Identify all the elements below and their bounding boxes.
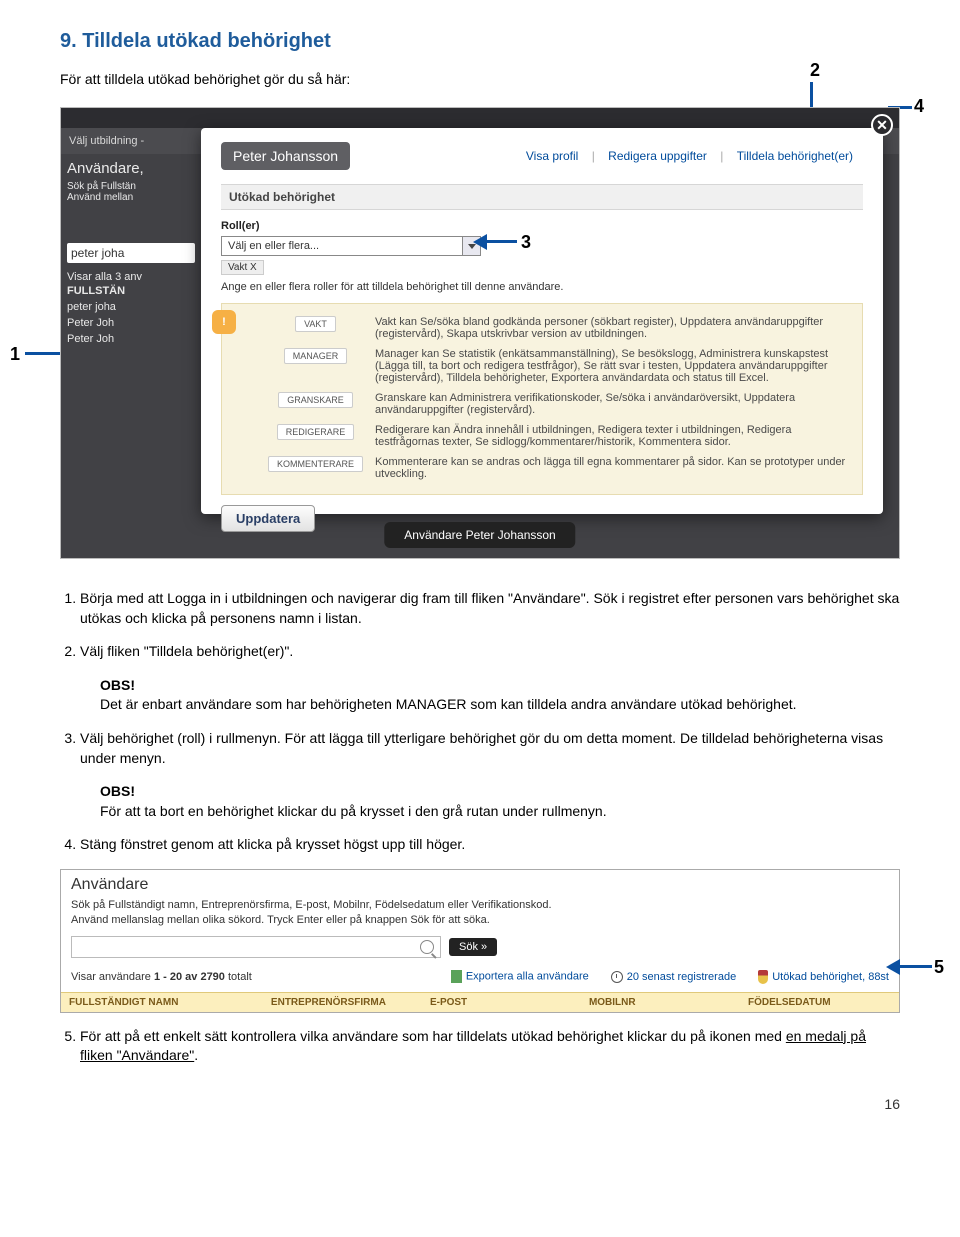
- nav-dropdown[interactable]: Välj utbildning -: [69, 135, 144, 147]
- results-count: Visar användare 1 - 20 av 2790 totalt: [71, 971, 429, 983]
- recent-link[interactable]: 20 senast registrerade: [611, 971, 736, 983]
- tab-tilldela-behorighet[interactable]: Tilldela behörighet(er): [727, 149, 863, 163]
- side-row-1[interactable]: peter joha: [67, 299, 195, 315]
- role-label-manager: MANAGER: [284, 348, 348, 364]
- arrow-5-head: [886, 959, 900, 975]
- separator: |: [720, 149, 723, 163]
- step-1: Börja med att Logga in i utbildningen oc…: [80, 589, 900, 628]
- obs-block-1: OBS! Det är enbart användare som har beh…: [100, 676, 900, 715]
- modal-subheading: Utökad behörighet: [221, 184, 863, 210]
- role-desc-manager: Manager kan Se statistik (enkätsammanstä…: [369, 344, 852, 388]
- side-row-2[interactable]: Peter Joh: [67, 315, 195, 331]
- side-hint-2: Använd mellan: [67, 192, 195, 203]
- tab-redigera-uppgifter[interactable]: Redigera uppgifter: [598, 149, 717, 163]
- step-4: Stäng fönstret genom att klicka på kryss…: [80, 835, 900, 855]
- side-title: Användare,: [67, 160, 195, 177]
- permissions-modal: Peter Johansson Visa profil | Redigera u…: [201, 128, 883, 514]
- obs-block-2: OBS! För att ta bort en behörighet klick…: [100, 782, 900, 821]
- step-3: Välj behörighet (roll) i rullmenyn. För …: [80, 729, 900, 768]
- separator: |: [592, 149, 595, 163]
- step-2: Välj fliken "Tilldela behörighet(er)".: [80, 642, 900, 662]
- callout-5: 5: [934, 957, 944, 978]
- obs-title-1: OBS!: [100, 676, 900, 696]
- col-fullname[interactable]: FULLSTÄNDIGT NAMN: [61, 992, 263, 1012]
- side-search-field[interactable]: peter joha: [67, 243, 195, 263]
- medal-link[interactable]: Utökad behörighet, 88st: [758, 970, 889, 984]
- intro-text: För att tilldela utökad behörighet gör d…: [60, 71, 900, 87]
- arrow-3-line: [485, 240, 517, 243]
- callout-1: 1: [10, 344, 20, 365]
- background-sidebar: Användare, Sök på Fullstän Använd mellan…: [61, 154, 201, 353]
- role-desc-redigerare: Redigerare kan Ändra innehåll i utbildni…: [369, 420, 852, 452]
- role-label-granskare: GRANSKARE: [278, 392, 353, 408]
- obs-text-2: För att ta bort en behörighet klickar du…: [100, 802, 900, 822]
- role-desc-vakt: Vakt kan Se/söka bland godkända personer…: [369, 312, 852, 344]
- role-desc-granskare: Granskare kan Administrera verifikations…: [369, 388, 852, 420]
- export-link[interactable]: Exportera alla användare: [451, 970, 589, 983]
- callout-2: 2: [810, 60, 820, 81]
- clock-icon: [611, 971, 623, 983]
- side-row-3[interactable]: Peter Joh: [67, 331, 195, 347]
- search-button[interactable]: Sök »: [449, 938, 497, 956]
- step-5: För att på ett enkelt sätt kontrollera v…: [80, 1027, 900, 1066]
- role-label-vakt: VAKT: [295, 316, 336, 332]
- role-descriptions-box: ! VAKT Vakt kan Se/söka bland godkända p…: [221, 303, 863, 495]
- modal-footer-pill: Användare Peter Johansson: [384, 522, 575, 548]
- role-row-vakt: VAKT Vakt kan Se/söka bland godkända per…: [262, 312, 852, 344]
- callout-3: 3: [521, 232, 531, 253]
- obs-text-1: Det är enbart användare som har behörigh…: [100, 695, 900, 715]
- col-mobilnr[interactable]: MOBILNR: [581, 992, 740, 1012]
- roles-area: Roll(er) Välj en eller flera... Vakt X A…: [221, 220, 863, 532]
- role-row-manager: MANAGER Manager kan Se statistik (enkäts…: [262, 344, 852, 388]
- obs-title-2: OBS!: [100, 782, 900, 802]
- arrow-3-head: [473, 234, 487, 250]
- search-row: Sök »: [71, 936, 889, 958]
- role-desc-kommenterare: Kommenterare kan se andras och lägga til…: [369, 452, 852, 484]
- role-row-kommenterare: KOMMENTERARE Kommenterare kan se andras …: [262, 452, 852, 484]
- panel-help-1: Sök på Fullständigt namn, Entreprenörsfi…: [71, 898, 889, 928]
- user-name-badge: Peter Johansson: [221, 142, 350, 170]
- app-topbar: [61, 108, 899, 128]
- close-icon[interactable]: ✕: [871, 114, 893, 136]
- roles-label: Roll(er): [221, 220, 863, 232]
- side-result-rows: FULLSTÄN peter joha Peter Joh Peter Joh: [67, 283, 195, 347]
- screenshot-1-frame: Välj utbildning - Användare, Sök på Full…: [60, 107, 900, 559]
- roles-select[interactable]: Välj en eller flera...: [221, 236, 481, 256]
- medal-icon: [758, 970, 768, 984]
- update-button[interactable]: Uppdatera: [221, 505, 315, 532]
- results-meta-row: Visar användare 1 - 20 av 2790 totalt Ex…: [71, 966, 889, 988]
- role-row-redigerare: REDIGERARE Redigerare kan Ändra innehåll…: [262, 420, 852, 452]
- table-header-row: FULLSTÄNDIGT NAMN ENTREPRENÖRSFIRMA E-PO…: [61, 992, 899, 1012]
- tab-visa-profil[interactable]: Visa profil: [516, 149, 588, 163]
- page-number: 16: [60, 1096, 900, 1112]
- section-heading: 9. Tilldela utökad behörighet: [60, 30, 900, 53]
- role-label-redigerare: REDIGERARE: [277, 424, 355, 440]
- roles-select-text: Välj en eller flera...: [222, 238, 462, 254]
- side-hint-1: Sök på Fullstän: [67, 181, 195, 192]
- role-row-granskare: GRANSKARE Granskare kan Administrera ver…: [262, 388, 852, 420]
- modal-header: Peter Johansson Visa profil | Redigera u…: [221, 142, 863, 170]
- col-fodelsedatum[interactable]: FÖDELSEDATUM: [740, 992, 899, 1012]
- role-label-kommenterare: KOMMENTERARE: [268, 456, 363, 472]
- search-input[interactable]: [71, 936, 441, 958]
- excel-icon: [451, 970, 462, 983]
- modal-tab-links: Visa profil | Redigera uppgifter | Tilld…: [516, 149, 863, 163]
- role-chip-vakt[interactable]: Vakt X: [221, 260, 264, 275]
- screenshot-1: Välj utbildning - Användare, Sök på Full…: [61, 108, 899, 558]
- search-icon: [420, 940, 434, 954]
- alert-icon: !: [212, 310, 236, 334]
- screenshot-2: Användare Sök på Fullständigt namn, Entr…: [60, 869, 900, 1013]
- roles-hint: Ange en eller flera roller för att tilld…: [221, 281, 863, 293]
- col-epost[interactable]: E-POST: [422, 992, 581, 1012]
- side-col-header: FULLSTÄN: [67, 283, 195, 299]
- callout-4: 4: [914, 96, 924, 117]
- side-result-count: Visar alla 3 anv: [67, 271, 195, 283]
- col-firma[interactable]: ENTREPRENÖRSFIRMA: [263, 992, 422, 1012]
- panel-title: Användare: [71, 876, 889, 894]
- arrow-5-line: [898, 965, 932, 968]
